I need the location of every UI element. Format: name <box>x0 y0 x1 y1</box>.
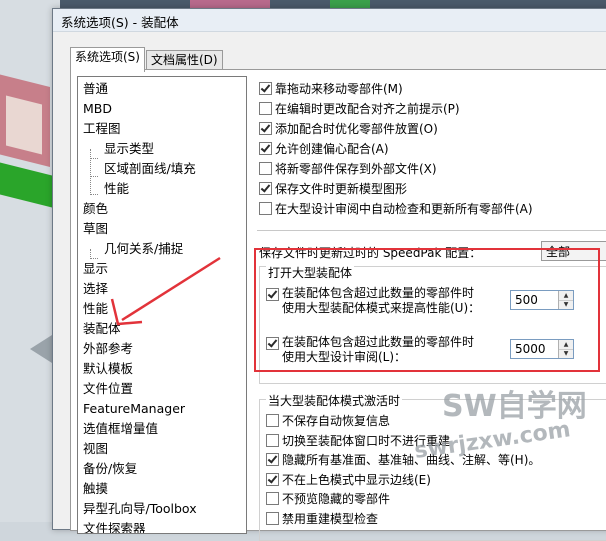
checkbox-option[interactable]: 保存文件时更新模型图形 <box>259 180 407 198</box>
tree-item[interactable]: 视图 <box>83 440 108 458</box>
large-design-review-checkbox[interactable] <box>266 337 279 350</box>
checkbox-label: 不在上色模式中显示边线(E) <box>282 472 431 487</box>
large-design-review-label: 在装配体包含超过此数量的零部件时 使用大型设计审阅(L)： <box>282 335 475 364</box>
tree-item[interactable]: 显示类型 <box>104 140 154 158</box>
checkbox-option[interactable]: 将新零部件保存到外部文件(X) <box>259 160 437 178</box>
checkbox-label: 允许创建偏心配合(A) <box>275 142 389 156</box>
tree-item[interactable]: 几何关系/捕捉 <box>104 240 183 258</box>
large-assembly-threshold-input[interactable] <box>513 292 557 308</box>
tree-item[interactable]: 触摸 <box>83 480 108 498</box>
checkbox-option[interactable]: 在编辑时更改配合对齐之前提示(P) <box>259 100 460 118</box>
checkbox[interactable] <box>266 414 279 427</box>
tree-item[interactable]: 装配体 <box>83 320 121 338</box>
tree-connector <box>91 176 98 177</box>
checkbox-option[interactable]: 添加配合时优化零部件放置(O) <box>259 120 438 138</box>
tab-document-properties[interactable]: 文档属性(D) <box>146 50 223 71</box>
tree-connector <box>91 194 98 195</box>
checkbox[interactable] <box>266 492 279 505</box>
tree-item[interactable]: 性能 <box>104 180 129 198</box>
tree-item[interactable]: 默认模板 <box>83 360 133 378</box>
checkbox[interactable] <box>259 202 272 215</box>
large-assembly-mode-label: 在装配体包含超过此数量的零部件时 使用大型装配体模式来提高性能(U)： <box>282 286 481 315</box>
tab-system-options[interactable]: 系统选项(S) <box>70 47 145 72</box>
model-part <box>0 162 60 210</box>
large-design-review-threshold-input[interactable] <box>513 341 557 357</box>
options-tree[interactable]: 普通 MBD 工程图 显示类型 区域剖面线/填充 性能 颜色 草图 几何关系/捕捉 显示 选择 性能装… <box>77 76 247 534</box>
checkbox[interactable] <box>259 142 272 155</box>
group-title: 当大型装配体模式激活时 <box>266 392 403 409</box>
large-assembly-mode-checkbox[interactable] <box>266 288 279 301</box>
tree-item[interactable]: 选值框增量值 <box>83 420 158 438</box>
open-large-assembly-group: 打开大型装配体 在装配体包含超过此数量的零部件时 使用大型装配体模式来提高性能(… <box>259 266 606 384</box>
checkbox-label: 靠拖动来移动零部件(M) <box>275 82 403 96</box>
tree-item[interactable]: MBD <box>83 100 112 118</box>
options-panel: 普通 MBD 工程图 显示类型 区域剖面线/填充 性能 颜色 草图 几何关系/捕捉 显示 选择 性能装… <box>70 69 606 541</box>
tree-item[interactable]: 性能 <box>83 300 108 318</box>
checkbox-label: 在大型设计审阅中自动检查和更新所有零部件(A) <box>275 202 533 216</box>
tree-item[interactable]: 草图 <box>83 220 108 238</box>
tree-connector <box>91 258 98 259</box>
checkbox-label: 禁用重建模型检查 <box>282 511 379 526</box>
model-edge <box>30 335 52 363</box>
checkbox[interactable] <box>266 511 279 525</box>
spin-down-icon[interactable]: ▼ <box>559 349 573 358</box>
checkbox-label: 不保存自动恢复信息 <box>282 414 391 428</box>
checkbox-label: 不预览隐藏的零部件 <box>282 492 391 506</box>
checkbox[interactable] <box>266 453 279 466</box>
tree-item[interactable]: 备份/恢复 <box>83 460 137 478</box>
background-toolbar-strip <box>0 0 606 8</box>
checkbox-label: 切换至装配体窗口时不进行重建 <box>282 433 451 448</box>
model-part <box>6 95 42 155</box>
tree-connector <box>91 158 98 159</box>
group-title: 打开大型装配体 <box>266 266 355 280</box>
dialog-titlebar[interactable]: 系统选项(S) - 装配体 <box>53 9 606 32</box>
speedpak-select[interactable]: 全部 <box>541 241 606 261</box>
checkbox[interactable] <box>266 433 279 447</box>
checkbox[interactable] <box>259 102 272 115</box>
checkbox-option[interactable]: 不预览隐藏的零部件 <box>266 490 390 508</box>
large-assembly-mode-group: 当大型装配体模式激活时 不保存自动恢复信息切换至装配体窗口时不进行重建隐藏所有基… <box>259 392 606 541</box>
assembly-options: 靠拖动来移动零部件(M) 在编辑时更改配合对齐之前提示(P) 添加配合时优化零部件放… <box>257 70 606 541</box>
checkbox-label: 在编辑时更改配合对齐之前提示(P) <box>275 102 460 116</box>
section-divider <box>257 230 606 231</box>
checkbox-option[interactable]: 在大型设计审阅中自动检查和更新所有零部件(A) <box>259 200 533 218</box>
checkbox-label: 添加配合时优化零部件放置(O) <box>275 122 438 136</box>
tree-item[interactable]: 异型孔向导/Toolbox <box>83 500 197 518</box>
checkbox-label: 保存文件时更新模型图形 <box>275 182 408 196</box>
checkbox-label: 隐藏所有基准面、基准轴、曲线、注解、等(H)。 <box>282 453 541 467</box>
checkbox-option[interactable]: 允许创建偏心配合(A) <box>259 140 389 158</box>
tree-item[interactable]: 普通 <box>83 80 108 98</box>
tree-item[interactable]: 外部参考 <box>83 340 133 358</box>
checkbox-option[interactable]: 不保存自动恢复信息 <box>266 412 390 430</box>
tree-connector <box>90 149 91 195</box>
tree-item[interactable]: 选择 <box>83 280 108 298</box>
tree-item[interactable]: 颜色 <box>83 200 108 218</box>
checkbox[interactable] <box>259 162 272 175</box>
system-options-dialog: 系统选项(S) - 装配体 系统选项(S) 文档属性(D) 普通 MBD 工程图显示… <box>52 8 606 541</box>
spin-down-icon[interactable]: ▼ <box>559 300 573 309</box>
tree-item[interactable]: 工程图 <box>83 120 121 138</box>
checkbox-option[interactable]: 隐藏所有基准面、基准轴、曲线、注解、等(H)。 <box>266 451 540 469</box>
tree-item[interactable]: FeatureManager <box>83 400 185 418</box>
large-assembly-threshold-spinner[interactable]: ▲▼ <box>510 290 574 310</box>
checkbox-option[interactable]: 不在上色模式中显示边线(E) <box>266 471 431 489</box>
checkbox[interactable] <box>259 82 272 95</box>
dialog-title: 系统选项(S) - 装配体 <box>61 15 179 30</box>
checkbox-label: 将新零部件保存到外部文件(X) <box>275 162 437 176</box>
tree-item[interactable]: 显示 <box>83 260 108 278</box>
tree-item[interactable]: 文件位置 <box>83 380 133 398</box>
large-design-review-threshold-spinner[interactable]: ▲▼ <box>510 339 574 359</box>
checkbox-option[interactable]: 禁用重建模型检查 <box>266 510 378 528</box>
checkbox[interactable] <box>259 122 272 135</box>
speedpak-label: 保存文件时更新过时的 SpeedPak 配置： <box>259 246 482 260</box>
tree-item[interactable]: 区域剖面线/填充 <box>104 160 196 178</box>
checkbox[interactable] <box>266 472 279 486</box>
cad-viewport-background <box>0 0 60 522</box>
checkbox-option[interactable]: 靠拖动来移动零部件(M) <box>259 80 403 98</box>
tree-item[interactable]: 文件探索器 <box>83 520 146 533</box>
checkbox[interactable] <box>259 182 272 195</box>
checkbox-option[interactable]: 切换至装配体窗口时不进行重建 <box>266 432 450 450</box>
